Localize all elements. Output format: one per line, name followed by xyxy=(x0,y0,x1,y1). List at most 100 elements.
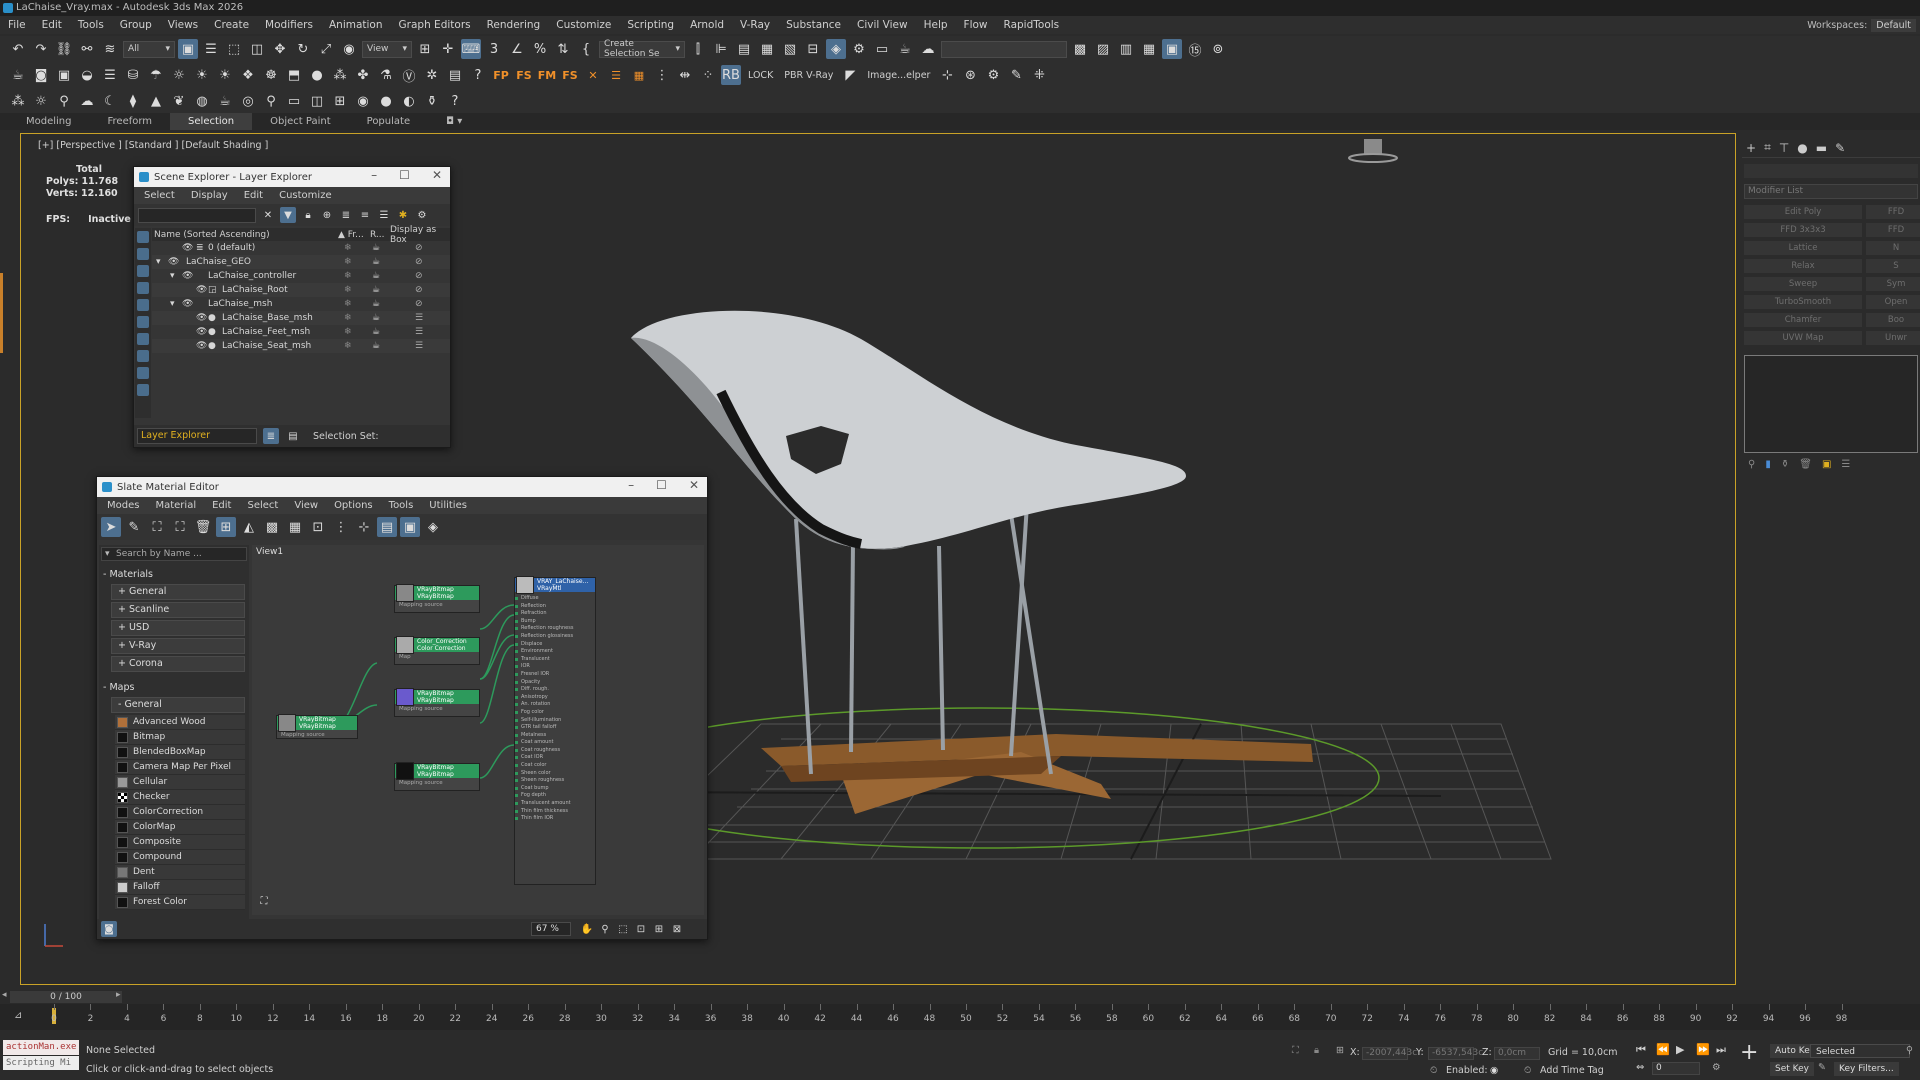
vray-sphere-icon[interactable]: ● xyxy=(307,65,327,85)
modifier-button[interactable]: Chamfer xyxy=(1744,313,1862,327)
ies-light-icon[interactable]: ☀ xyxy=(192,65,212,85)
material-slot[interactable]: An. rotation xyxy=(515,701,595,709)
modifier-button[interactable]: FFD xyxy=(1866,205,1920,219)
tab-modeling[interactable]: Modeling xyxy=(8,113,90,130)
menu-rendering[interactable]: Rendering xyxy=(487,19,541,31)
modifier-button[interactable]: N xyxy=(1866,241,1920,255)
column-frozen[interactable]: ▲ Fr... xyxy=(338,230,364,240)
fs-button[interactable]: FS xyxy=(514,65,534,85)
zoom-dropdown[interactable]: 67 % xyxy=(531,922,571,936)
light-bulb-icon[interactable]: ⚲ xyxy=(261,91,281,111)
status-icon[interactable]: ◙ xyxy=(101,921,117,937)
color-correction-node[interactable]: Color_Correction Color Correction Map xyxy=(394,636,480,665)
grid-snap-icon[interactable]: ⋮ xyxy=(652,65,672,85)
goto-start-icon[interactable]: ⏮ xyxy=(1636,1043,1646,1057)
sky-icon[interactable]: ☁ xyxy=(77,91,97,111)
vray-toolbar-icon[interactable]: ▣ xyxy=(1162,39,1182,59)
pivot-center-icon[interactable]: ⊞ xyxy=(415,39,435,59)
particle-icon[interactable]: ⁂ xyxy=(8,91,28,111)
teapot-icon[interactable]: ☕ xyxy=(8,65,28,85)
ribbon-toggle-icon[interactable]: ▦ xyxy=(757,39,777,59)
filter-groups-icon[interactable] xyxy=(137,333,149,345)
scatter-icon[interactable]: ⁘ xyxy=(698,65,718,85)
menu-tools[interactable]: Tools xyxy=(78,19,104,31)
expand-arrow-icon[interactable]: ▾ xyxy=(170,271,175,281)
layer-mode-icon[interactable]: ≣ xyxy=(263,428,279,444)
visibility-eye-icon[interactable]: 👁︎ xyxy=(168,257,179,267)
scene-explorer-titlebar[interactable]: Scene Explorer - Layer Explorer – ☐ ✕ xyxy=(134,167,450,187)
materials-general[interactable]: + General xyxy=(111,584,245,600)
menu-graph-editors[interactable]: Graph Editors xyxy=(399,19,471,31)
material-slot[interactable]: Thin film thickness xyxy=(515,808,595,816)
zoom-region-icon[interactable]: ⬚ xyxy=(615,921,631,937)
select-by-material-icon[interactable]: ⊡ xyxy=(308,517,328,537)
material-slot[interactable]: GTR tail falloff xyxy=(515,724,595,732)
maximize-icon[interactable]: ☐ xyxy=(399,168,410,182)
fp-button[interactable]: FP xyxy=(491,65,511,85)
manipulate-icon[interactable]: ✛ xyxy=(438,39,458,59)
render-teapot-icon[interactable]: ☕ xyxy=(372,285,380,295)
render-production-icon[interactable]: ☕ xyxy=(895,39,915,59)
se-menu-edit[interactable]: Edit xyxy=(244,190,263,201)
lock-label[interactable]: LOCK xyxy=(744,70,777,81)
snap-target-icon[interactable]: ⊛ xyxy=(960,65,980,85)
layout-all-icon[interactable]: ⋮ xyxy=(331,517,351,537)
rectangular-selection-icon[interactable]: ⬚ xyxy=(224,39,244,59)
remove-modifier-icon[interactable]: 🗑︎ xyxy=(1799,459,1812,470)
material-slot[interactable]: Translucent xyxy=(515,656,595,664)
menu-animation[interactable]: Animation xyxy=(329,19,383,31)
maxscript-listener[interactable]: actionMan.exe Scripting Mi xyxy=(3,1040,79,1070)
time-tag-icon[interactable]: ⏲ xyxy=(1430,1065,1437,1076)
modify-tab-icon[interactable]: ⌗ xyxy=(1764,140,1771,155)
motion-tab-icon[interactable]: ● xyxy=(1797,141,1807,155)
layers-icon[interactable]: ≣ xyxy=(339,208,353,222)
bottle-icon[interactable]: ⚱ xyxy=(422,91,442,111)
layer-row-base-msh[interactable]: 👁︎ ● LaChaise_Base_msh ❄ ☕ ☰ xyxy=(152,311,450,325)
se-menu-customize[interactable]: Customize xyxy=(279,190,332,201)
filter-spacewarps-icon[interactable] xyxy=(137,316,149,328)
layer-row-lachaise-root[interactable]: 👁︎ ◲ LaChaise_Root ❄ ☕ ⊘ xyxy=(152,283,450,297)
snaps-toggle-icon[interactable]: 3 xyxy=(484,39,504,59)
select-scale-icon[interactable]: ⤢ xyxy=(316,39,336,59)
map-item[interactable]: Dent xyxy=(115,865,245,880)
pick-material-icon[interactable]: ✎ xyxy=(124,517,144,537)
materials-corona[interactable]: + Corona xyxy=(111,656,245,672)
material-bake-icon[interactable]: ⛁ xyxy=(123,65,143,85)
freeze-icon[interactable]: ❄ xyxy=(344,341,352,351)
menu-substance[interactable]: Substance xyxy=(786,19,841,31)
slate-titlebar[interactable]: Slate Material Editor – ☐ ✕ xyxy=(97,477,707,497)
key-mode-icon[interactable]: ⇔ xyxy=(1636,1062,1644,1073)
highlight-layer-icon[interactable]: ✱ xyxy=(396,208,410,222)
portal-light-icon[interactable]: ⧫ xyxy=(123,91,143,111)
layer-row-lachaise-geo[interactable]: ▾ 👁︎ LaChaise_GEO ❄ ☕ ⊘ xyxy=(152,255,450,269)
box-display-icon[interactable]: ☰ xyxy=(415,327,423,337)
prev-key-icon[interactable]: ⏪ xyxy=(1656,1043,1670,1056)
menu-group[interactable]: Group xyxy=(120,19,152,31)
layer-row-seat-msh[interactable]: 👁︎ ● LaChaise_Seat_msh ❄ ☕ ☰ xyxy=(152,339,450,353)
slate-menu-modes[interactable]: Modes xyxy=(107,500,139,511)
selection-lock-icon[interactable]: 🔒︎ xyxy=(1314,1045,1319,1056)
slate-menu-edit[interactable]: Edit xyxy=(212,500,231,511)
add-layer-icon[interactable]: ⊕ xyxy=(320,208,334,222)
select-tool-icon[interactable]: ➤ xyxy=(101,517,121,537)
key-selection-dropdown[interactable]: Selected xyxy=(1810,1044,1910,1058)
modifier-button[interactable]: S xyxy=(1866,259,1920,273)
selection-filter-dropdown[interactable]: All ▾ xyxy=(123,40,175,58)
vray-cloud-icon[interactable]: ▦ xyxy=(1139,39,1159,59)
freeze-icon[interactable]: ❄ xyxy=(344,285,352,295)
track-bar-icon[interactable]: ⊿ xyxy=(14,1010,22,1021)
maxscript-input[interactable]: Scripting Mi xyxy=(3,1056,79,1070)
layer-settings-icon[interactable]: ⚙ xyxy=(415,208,429,222)
slate-menu-utilities[interactable]: Utilities xyxy=(429,500,467,511)
menu-rapidtools[interactable]: RapidTools xyxy=(1004,19,1060,31)
vray-light-icon[interactable]: ☂ xyxy=(146,65,166,85)
absolute-mode-icon[interactable]: ⊞ xyxy=(1336,1045,1344,1056)
unlink-icon[interactable]: ⚯ xyxy=(77,39,97,59)
visibility-eye-icon[interactable]: 👁︎ xyxy=(196,313,207,323)
material-slot[interactable]: Fog depth xyxy=(515,792,595,800)
spinner-snap-icon[interactable]: ⇅ xyxy=(553,39,573,59)
help-icon[interactable]: ? xyxy=(468,65,488,85)
prev-frame-arrow-icon[interactable]: ◂ xyxy=(2,990,7,1000)
globe-icon[interactable]: ◎ xyxy=(238,91,258,111)
search-icon[interactable]: ⚲ xyxy=(1906,1045,1913,1056)
